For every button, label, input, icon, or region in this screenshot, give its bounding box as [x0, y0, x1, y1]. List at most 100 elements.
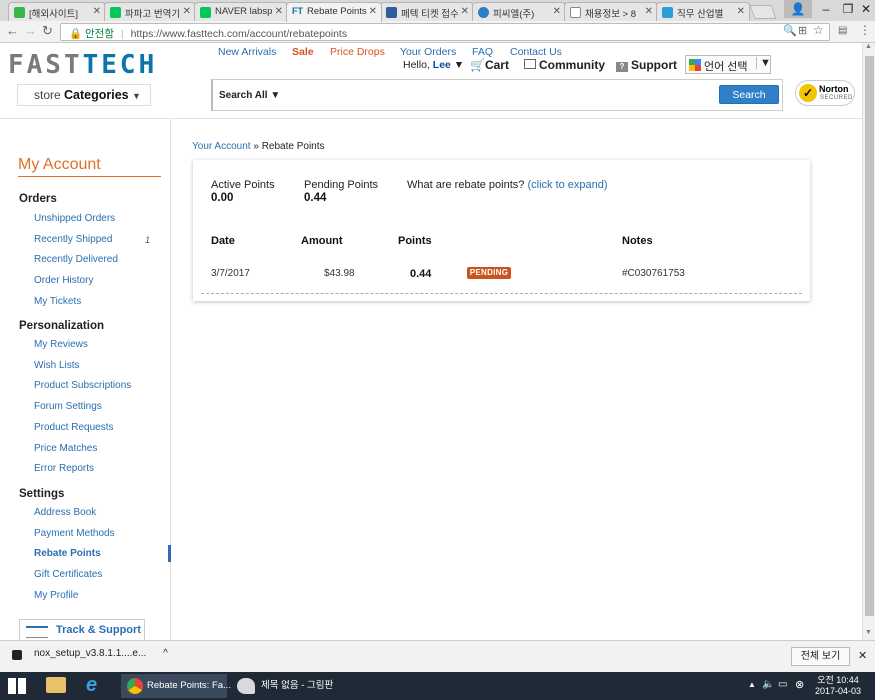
recently-shipped-count: 1: [145, 235, 151, 245]
sidebar-item-price-matches[interactable]: Price Matches: [34, 443, 97, 454]
chevron-down-icon: ▼: [756, 57, 771, 69]
status-badge: PENDING: [467, 267, 511, 279]
scroll-up-icon[interactable]: ▲: [865, 43, 872, 50]
sidebar-item-my-profile[interactable]: My Profile: [34, 590, 78, 601]
sidebar-item-rebate-points[interactable]: Rebate Points: [34, 548, 101, 559]
menu-kebab-icon[interactable]: ⋮: [859, 23, 871, 37]
sidebar-item-unshipped-orders[interactable]: Unshipped Orders: [34, 213, 115, 224]
browser-tab-strip: [해외사이트] ✕ 파파고 번역기 ✕ NAVER labsp ✕ FT Rebate …: [0, 0, 875, 22]
expand-link[interactable]: (click to expand): [527, 179, 607, 191]
url-bar[interactable]: 🔒 안전함 | https://www.fasttech.com/account…: [60, 23, 830, 41]
windows-start-icon[interactable]: [8, 678, 26, 694]
my-account-heading: My Account: [18, 156, 161, 177]
sidebar-item-my-reviews[interactable]: My Reviews: [34, 339, 88, 350]
close-tab-icon[interactable]: ✕: [645, 6, 653, 17]
sidebar-item-product-subscriptions[interactable]: Product Subscriptions: [34, 380, 131, 391]
nav-your-orders[interactable]: Your Orders: [400, 46, 456, 58]
extension-icon[interactable]: ▤: [838, 25, 847, 36]
scrollbar-thumb[interactable]: [865, 56, 874, 616]
close-tab-icon[interactable]: ✕: [93, 6, 101, 17]
browser-tab[interactable]: 피씨엘(주) ✕: [472, 2, 566, 21]
rebate-points-info: What are rebate points? (click to expand…: [407, 179, 608, 191]
close-tab-icon[interactable]: ✕: [183, 6, 191, 17]
search-input[interactable]: [293, 84, 713, 106]
browser-tab[interactable]: NAVER labsp ✕: [194, 2, 288, 21]
sidebar-item-recently-delivered[interactable]: Recently Delivered: [34, 254, 118, 265]
user-greeting[interactable]: Hello, Lee ▼: [403, 59, 464, 71]
close-tab-icon[interactable]: ✕: [275, 6, 283, 17]
support-link[interactable]: ? Support: [616, 58, 677, 72]
language-select[interactable]: 언어 선택 ▼: [685, 55, 771, 74]
download-bar: nox_setup_v3.8.1.1....e... ^ 전체 보기 ✕: [0, 640, 875, 672]
nav-new-arrivals[interactable]: New Arrivals: [218, 46, 276, 58]
window-close-icon[interactable]: ✕: [852, 0, 875, 18]
new-tab-button[interactable]: [749, 5, 777, 19]
nav-contact-us[interactable]: Contact Us: [510, 46, 562, 58]
checkmark-icon: ✓: [799, 84, 817, 102]
download-item[interactable]: nox_setup_v3.8.1.1....e... ^: [10, 648, 168, 660]
community-link[interactable]: Community: [524, 58, 605, 72]
file-explorer-icon[interactable]: [46, 677, 66, 693]
sidebar-item-product-requests[interactable]: Product Requests: [34, 422, 114, 433]
sidebar-item-my-tickets[interactable]: My Tickets: [34, 296, 81, 307]
breadcrumb: Your Account » Rebate Points: [192, 141, 325, 152]
nav-price-drops[interactable]: Price Drops: [330, 46, 385, 58]
caret-down-icon: ▼: [131, 91, 141, 101]
track-support-panel[interactable]: Track & Support: [19, 619, 145, 641]
breadcrumb-your-account[interactable]: Your Account: [192, 141, 251, 152]
sidebar-item-error-reports[interactable]: Error Reports: [34, 463, 94, 474]
network-icon[interactable]: ▭: [778, 679, 787, 690]
sidebar-item-order-history[interactable]: Order History: [34, 275, 93, 286]
column-header-notes: Notes: [622, 235, 653, 247]
internet-explorer-icon[interactable]: e: [86, 674, 97, 697]
close-tab-icon[interactable]: ✕: [369, 6, 377, 17]
sidebar-item-payment-methods[interactable]: Payment Methods: [34, 528, 115, 539]
notification-icon[interactable]: ⊗: [795, 678, 804, 691]
browser-tab[interactable]: 채용정보 > 8 ✕: [564, 2, 658, 21]
search-button[interactable]: Search: [719, 85, 779, 104]
close-tab-icon[interactable]: ✕: [553, 6, 561, 17]
close-download-bar-icon[interactable]: ✕: [858, 649, 867, 662]
scroll-down-icon[interactable]: ▼: [865, 629, 872, 636]
close-tab-icon[interactable]: ✕: [737, 6, 745, 17]
chevron-up-icon[interactable]: ^: [163, 648, 168, 659]
shipping-icon: [26, 626, 48, 638]
forward-icon[interactable]: →: [24, 23, 37, 38]
browser-tab-active[interactable]: FT Rebate Points ✕: [286, 2, 382, 22]
taskbar-chrome-window[interactable]: Rebate Points: Fa...: [121, 674, 231, 698]
active-points-label: Active Points: [211, 179, 275, 191]
tray-expand-icon[interactable]: ▲: [748, 680, 756, 689]
sidebar-item-address-book[interactable]: Address Book: [34, 507, 96, 518]
store-categories-menu[interactable]: store Categories ▼: [17, 84, 151, 106]
system-clock[interactable]: 오전 10:44 2017-04-03: [815, 675, 861, 697]
translate-icon[interactable]: ⊞: [798, 24, 807, 37]
sidebar-item-forum-settings[interactable]: Forum Settings: [34, 401, 102, 412]
norton-secured-badge[interactable]: ✓ Norton SECURED: [795, 80, 855, 106]
taskbar-paint-window[interactable]: 제목 없음 - 그림판: [231, 674, 341, 698]
volume-icon[interactable]: 🔈: [762, 679, 774, 690]
sidebar-item-gift-certificates[interactable]: Gift Certificates: [34, 569, 102, 580]
nav-faq[interactable]: FAQ: [472, 46, 493, 58]
bookmark-star-icon[interactable]: ☆: [813, 23, 824, 37]
support-icon: ?: [616, 62, 628, 72]
browser-tab[interactable]: [해외사이트] ✕: [8, 2, 106, 21]
search-scope-select[interactable]: Search All ▼: [219, 90, 280, 101]
zoom-icon[interactable]: 🔍: [783, 24, 797, 37]
nav-sale[interactable]: Sale: [292, 46, 314, 58]
ticket-favicon-icon: [386, 7, 397, 18]
row-notes: #C030761753: [622, 268, 685, 279]
profile-icon[interactable]: 👤: [784, 0, 812, 18]
show-all-downloads-button[interactable]: 전체 보기: [791, 647, 850, 666]
browser-tab[interactable]: 직무 산업별 ✕: [656, 2, 750, 21]
browser-tab[interactable]: 페텍 티켓 접수 ✕: [380, 2, 474, 21]
sidebar-item-recently-shipped[interactable]: Recently Shipped: [34, 234, 112, 245]
back-icon[interactable]: ←: [6, 23, 19, 38]
close-tab-icon[interactable]: ✕: [461, 6, 469, 17]
reload-icon[interactable]: ↻: [42, 23, 53, 39]
cart-link[interactable]: 🛒Cart: [470, 58, 509, 72]
browser-tab[interactable]: 파파고 번역기 ✕: [104, 2, 196, 21]
row-date: 3/7/2017: [211, 268, 250, 279]
page-scrollbar[interactable]: ▲ ▼: [862, 43, 875, 640]
sidebar-item-wish-lists[interactable]: Wish Lists: [34, 360, 80, 371]
fasttech-logo[interactable]: FASTTECH: [8, 50, 157, 80]
